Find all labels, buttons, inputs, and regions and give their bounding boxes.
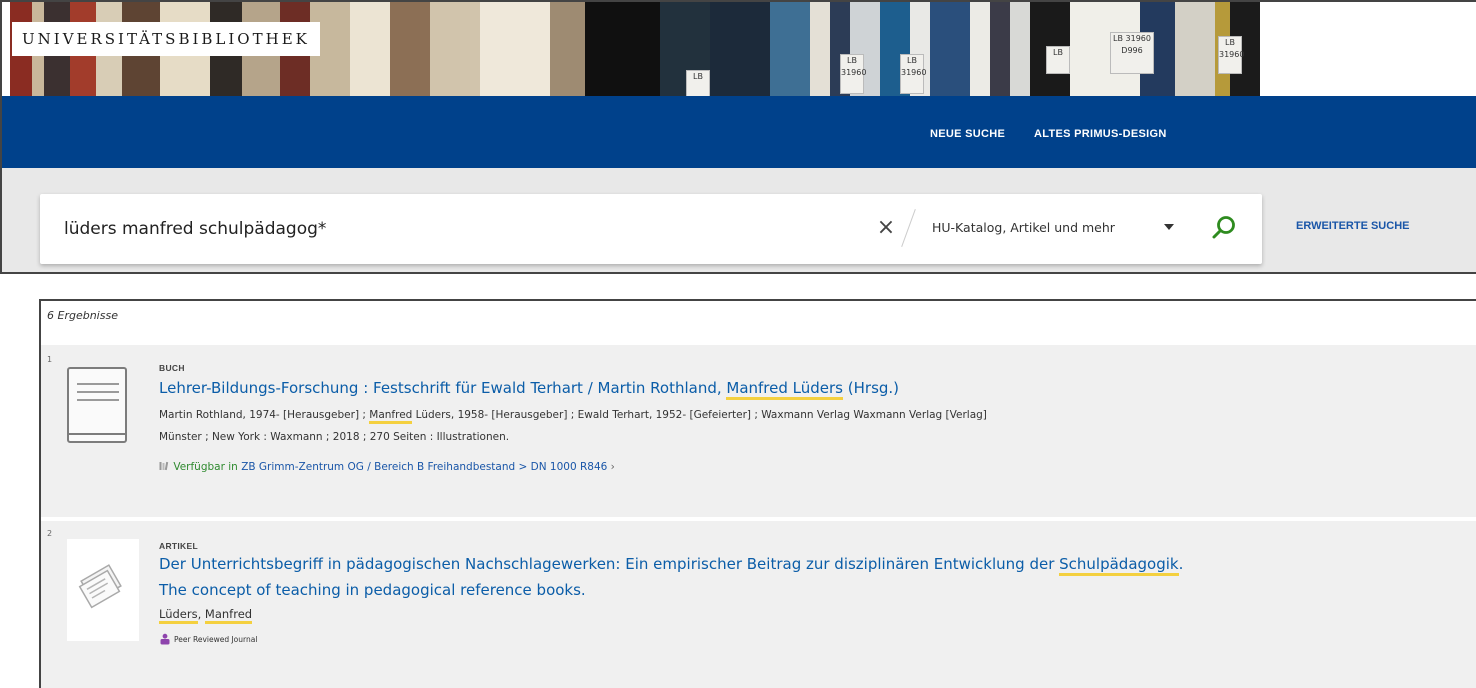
result-publication: Münster ; New York : Waxmann ; 2018 ; 27… bbox=[159, 431, 510, 443]
caret-down-icon[interactable] bbox=[1164, 224, 1174, 230]
shelf-icon bbox=[159, 461, 169, 471]
search-scope-select[interactable]: HU-Katalog, Artikel und mehr bbox=[932, 220, 1115, 235]
result-title[interactable]: Lehrer-Bildungs-Forschung : Festschrift … bbox=[159, 379, 899, 400]
book-label: LB 31960 D996 bbox=[1110, 32, 1154, 74]
search-bar: × HU-Katalog, Artikel und mehr bbox=[40, 194, 1262, 264]
availability-location: ZB Grimm-Zentrum OG / Bereich B Freihand… bbox=[241, 461, 608, 473]
results-panel: 6 Ergebnisse 1 BUCH Lehrer-Bildungs-Fors… bbox=[39, 299, 1476, 688]
result-count: 6 Ergebnisse bbox=[47, 309, 118, 322]
result-type: BUCH bbox=[159, 363, 185, 373]
library-logo[interactable]: UNIVERSITÄTSBIBLIOTHEK bbox=[12, 22, 320, 56]
result-title[interactable]: Der Unterrichtsbegriff in pädagogischen … bbox=[159, 555, 1183, 576]
top-navigation: NEUE SUCHE ALTES PRIMUS-DESIGN bbox=[2, 96, 1476, 168]
book-label: LB bbox=[1046, 46, 1070, 74]
highlight: Manfred bbox=[204, 607, 253, 624]
result-creators: Martin Rothland, 1974- [Herausgeber] ; M… bbox=[159, 409, 987, 424]
highlight: Schulpädagogik bbox=[1059, 555, 1179, 576]
result-type: ARTIKEL bbox=[159, 541, 198, 551]
library-banner: LB LB 31960 LB 31960 LB 31960 D996 LB LB… bbox=[2, 2, 1476, 96]
peer-reviewed-icon bbox=[160, 633, 170, 645]
divider bbox=[901, 209, 916, 247]
badge-label: Peer Reviewed Journal bbox=[174, 634, 258, 644]
book-icon bbox=[67, 367, 127, 443]
search-input[interactable] bbox=[64, 216, 824, 242]
availability-status: Verfügbar in bbox=[173, 461, 238, 473]
result-number: 2 bbox=[47, 529, 53, 538]
header-panel: LB LB 31960 LB 31960 LB 31960 D996 LB LB… bbox=[0, 0, 1476, 274]
availability-link[interactable]: Verfügbar in ZB Grimm-Zentrum OG / Berei… bbox=[159, 461, 615, 473]
old-design-link[interactable]: ALTES PRIMUS-DESIGN bbox=[1034, 128, 1167, 140]
book-label: LB bbox=[686, 70, 710, 96]
peer-reviewed-badge: Peer Reviewed Journal bbox=[159, 633, 257, 645]
result-item[interactable]: 1 BUCH Lehrer-Bildungs-Forschung : Fests… bbox=[41, 345, 1476, 517]
result-subtitle[interactable]: The concept of teaching in pedagogical r… bbox=[159, 581, 586, 599]
article-icon bbox=[67, 539, 139, 641]
result-number: 1 bbox=[47, 355, 53, 364]
highlight: Manfred bbox=[369, 409, 413, 424]
advanced-search-link[interactable]: ERWEITERTE SUCHE bbox=[1296, 220, 1409, 232]
new-search-link[interactable]: NEUE SUCHE bbox=[930, 128, 1005, 140]
highlight: Manfred Lüders bbox=[726, 379, 843, 400]
highlight: Lüders bbox=[159, 607, 198, 624]
book-label: LB 31960 bbox=[1218, 36, 1244, 74]
search-area: × HU-Katalog, Artikel und mehr ERWEITERT… bbox=[2, 168, 1476, 272]
result-item[interactable]: 2 ARTIKEL Der Unterrichtsbegriff in päda… bbox=[41, 521, 1476, 688]
search-icon[interactable] bbox=[1210, 214, 1238, 242]
result-authors[interactable]: Lüders, Manfred bbox=[159, 607, 253, 624]
clear-icon[interactable]: × bbox=[876, 216, 896, 240]
book-label: LB 31960 bbox=[840, 54, 866, 94]
book-label: LB 31960 bbox=[900, 54, 926, 94]
chevron-right-icon: › bbox=[610, 461, 615, 473]
